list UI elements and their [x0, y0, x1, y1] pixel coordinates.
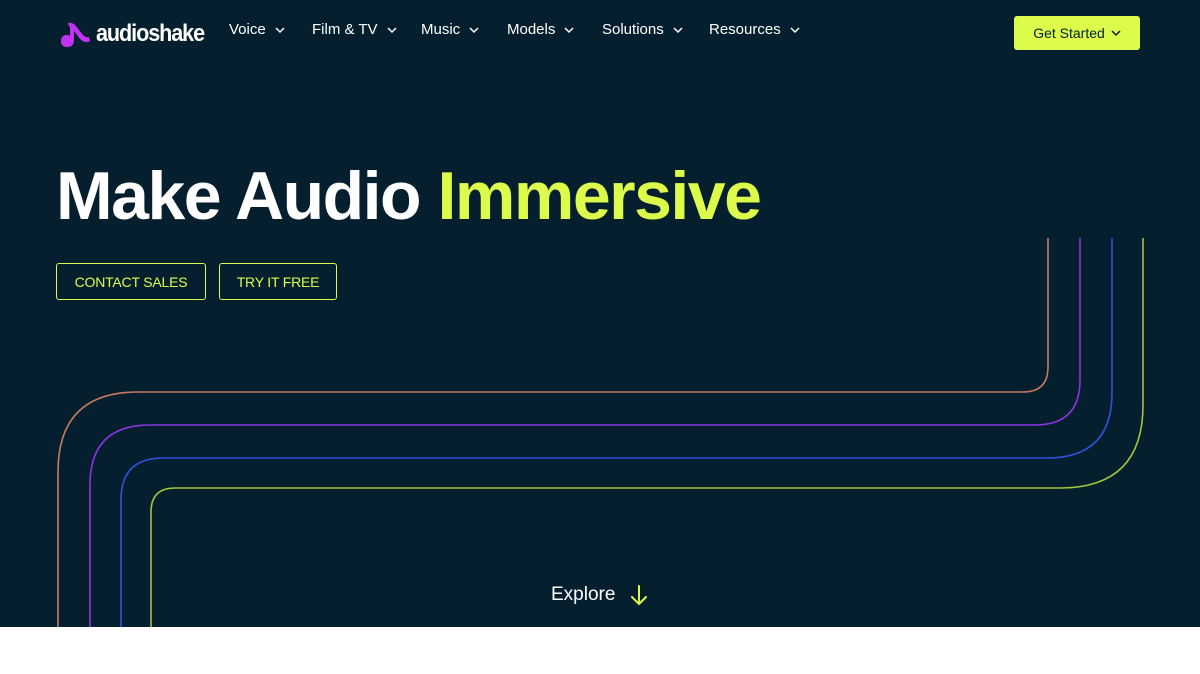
headline-white-text: Make Audio [56, 158, 422, 234]
get-started-button[interactable]: Get Started [1014, 16, 1140, 50]
hero-section: audioshake Voice Film & TV Music Models … [0, 0, 1200, 627]
brand-logo[interactable]: audioshake [59, 18, 216, 50]
explore-label: Explore [551, 584, 616, 605]
nav-item-resources[interactable]: Resources [709, 21, 800, 38]
music-note-icon [61, 22, 90, 47]
chevron-down-icon [1111, 30, 1121, 37]
chevron-down-icon [275, 26, 285, 33]
brand-name: audioshake [96, 20, 205, 47]
hero-headline: Make Audio Immersive [56, 156, 762, 236]
get-started-label: Get Started [1033, 25, 1105, 41]
nav-item-label: Voice [229, 21, 266, 38]
nav-item-voice[interactable]: Voice [229, 21, 285, 38]
nav-item-music[interactable]: Music [421, 21, 479, 38]
chevron-down-icon [673, 26, 683, 33]
chevron-down-icon [790, 26, 800, 33]
contact-sales-label: CONTACT SALES [74, 273, 188, 290]
arrow-down-icon [631, 585, 648, 605]
chevron-down-icon [387, 26, 397, 33]
nav-item-models[interactable]: Models [507, 21, 574, 38]
chevron-down-icon [469, 26, 479, 33]
chevron-down-icon [564, 26, 574, 33]
nav-item-label: Solutions [602, 21, 664, 38]
headline-accent-text: Immersive [437, 158, 762, 234]
nav-item-solutions[interactable]: Solutions [602, 21, 683, 38]
try-it-free-button[interactable]: TRY IT FREE [219, 263, 337, 300]
nav-item-label: Film & TV [312, 21, 378, 38]
decorative-wave-lines [57, 238, 1144, 627]
wave-line-orange [57, 238, 1049, 627]
nav-item-label: Music [421, 21, 461, 38]
contact-sales-button[interactable]: CONTACT SALES [56, 263, 206, 300]
nav-item-label: Resources [709, 21, 781, 38]
nav-item-film-tv[interactable]: Film & TV [312, 21, 397, 38]
explore-link[interactable]: Explore [551, 584, 649, 606]
nav-item-label: Models [507, 21, 556, 38]
try-it-free-label: TRY IT FREE [236, 273, 320, 290]
